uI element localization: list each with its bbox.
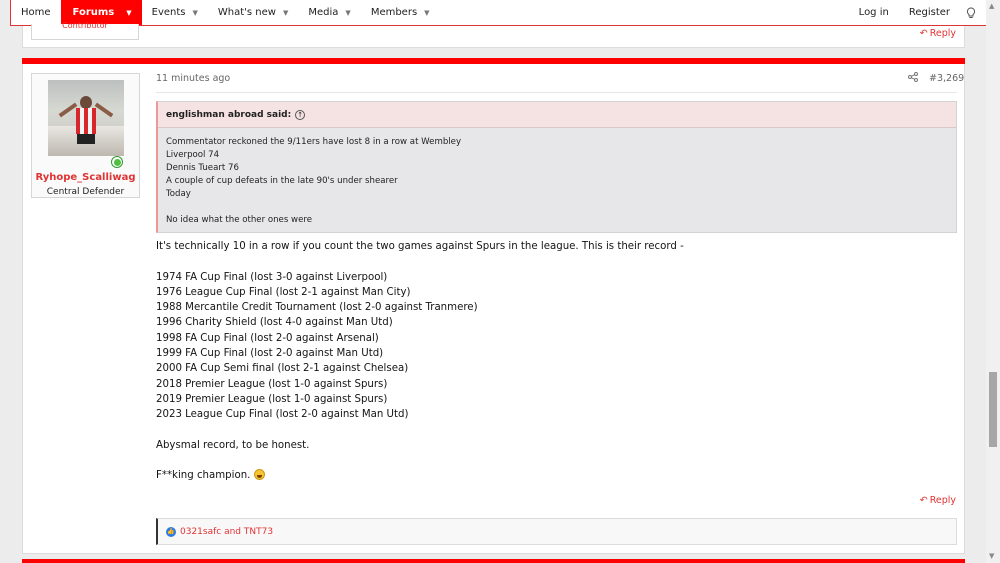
record-line: 1976 League Cup Final (lost 2-1 against … <box>156 286 411 298</box>
nav-events-label: Events <box>151 7 186 18</box>
avatar-arm-left <box>58 102 78 118</box>
nav-whats-new-label: What's new <box>217 7 276 18</box>
nav-whats-new[interactable]: What's new ▼ <box>208 0 298 25</box>
quote-line: No idea what the other ones were <box>166 215 312 225</box>
reaction-users[interactable]: 0321safc and TNT73 <box>180 527 273 537</box>
record-line: 2000 FA Cup Semi final (lost 2-1 against… <box>156 363 409 375</box>
message-intro: It's technically 10 in a row if you coun… <box>156 241 684 252</box>
nav-forums-label: Forums <box>72 7 115 18</box>
message-closing-line: F**king champion. <box>156 468 956 483</box>
avatar-shirt <box>76 108 96 134</box>
record-line: 1988 Mercantile Credit Tournament (lost … <box>156 302 478 314</box>
next-post-separator-bar <box>22 559 965 563</box>
register-link[interactable]: Register <box>899 0 960 25</box>
avatar-shorts <box>77 134 95 144</box>
previous-post-reply-button[interactable]: ↶ Reply <box>920 28 956 39</box>
previous-post: Contributor ↶ Reply <box>22 21 965 48</box>
message-closing: F**king champion. <box>156 470 251 482</box>
quote-line: Liverpool 74 <box>166 150 220 160</box>
record-line: 1996 Charity Shield (lost 4-0 against Ma… <box>156 317 393 329</box>
nav-members-label: Members <box>370 7 418 18</box>
previous-post-user-card: Contributor <box>31 21 139 40</box>
chevron-down-icon[interactable]: ▼ <box>126 9 131 17</box>
chevron-down-icon[interactable]: ▼ <box>424 9 429 17</box>
record-line: 2018 Premier League (lost 1-0 against Sp… <box>156 378 388 390</box>
chevron-down-icon[interactable]: ▼ <box>345 9 350 17</box>
username[interactable]: Ryhope_Scalliwag <box>32 172 139 183</box>
chevron-down-icon[interactable]: ▼ <box>193 9 198 17</box>
post-timestamp[interactable]: 11 minutes ago <box>156 73 230 84</box>
nav-media[interactable]: Media ▼ <box>298 0 360 25</box>
grin-emoji-icon <box>253 469 265 481</box>
quote-block: englishman abroad said: ↑ Commentator re… <box>156 101 957 233</box>
reactions-bar: 👍 0321safc and TNT73 <box>156 518 957 545</box>
register-label: Register <box>908 7 950 18</box>
scrollbar[interactable]: ▲ ▼ <box>986 0 1000 563</box>
quote-line: A couple of cup defeats in the late 90's… <box>166 176 398 186</box>
chevron-down-icon[interactable]: ▼ <box>283 9 288 17</box>
quote-author: englishman abroad said: <box>166 109 292 120</box>
post-header-divider <box>156 92 957 93</box>
nav-media-label: Media <box>308 7 339 18</box>
user-title: Central Defender <box>46 187 125 197</box>
message-verdict: Abysmal record, to be honest. <box>156 439 310 451</box>
user-card: Ryhope_Scalliwag Central Defender <box>31 73 140 198</box>
top-navigation: Home Forums ▼ Events ▼ What's new ▼ Media ▼ … <box>10 0 989 26</box>
avatar-arm-right <box>94 102 114 118</box>
online-status-icon <box>111 156 123 168</box>
post: Ryhope_Scalliwag Central Defender 11 min… <box>22 64 965 554</box>
quote-line: Today <box>166 189 191 199</box>
record-line: 1998 FA Cup Final (lost 2-0 against Arse… <box>156 332 379 344</box>
previous-post-user-title: Contributor <box>62 21 108 30</box>
arrow-up-icon[interactable]: ↑ <box>295 109 306 120</box>
reply-label: Reply <box>929 28 956 39</box>
scrollbar-thumb[interactable] <box>989 372 997 447</box>
lightbulb-icon[interactable] <box>960 0 988 25</box>
quote-line: Dennis Tueart 76 <box>166 163 239 173</box>
nav-events[interactable]: Events ▼ <box>142 0 208 25</box>
reply-icon: ↶ <box>919 28 928 39</box>
reply-label: Reply <box>929 495 956 506</box>
scroll-down-icon[interactable]: ▼ <box>989 552 994 560</box>
reply-button[interactable]: ↶ Reply <box>920 495 956 506</box>
post-message: It's technically 10 in a row if you coun… <box>156 239 956 484</box>
quote-line <box>166 201 948 214</box>
nav-members[interactable]: Members ▼ <box>361 0 440 25</box>
like-icon: 👍 <box>166 526 176 537</box>
quote-line: Commentator reckoned the 9/11ers have lo… <box>166 137 462 147</box>
share-icon[interactable] <box>908 72 918 85</box>
record-line: 2023 League Cup Final (lost 2-0 against … <box>156 409 409 421</box>
avatar[interactable] <box>48 80 124 156</box>
record-line: 1999 FA Cup Final (lost 2-0 against Man … <box>156 348 384 360</box>
login-link[interactable]: Log in <box>849 0 899 25</box>
nav-home-label: Home <box>21 7 51 18</box>
quote-header[interactable]: englishman abroad said: ↑ <box>158 102 956 128</box>
record-line: 1974 FA Cup Final (lost 3-0 against Live… <box>156 271 388 283</box>
scroll-up-icon[interactable]: ▲ <box>989 2 994 10</box>
post-number[interactable]: #3,269 <box>929 73 964 84</box>
quote-body: Commentator reckoned the 9/11ers have lo… <box>158 128 956 235</box>
record-line: 2019 Premier League (lost 1-0 against Sp… <box>156 393 388 405</box>
login-label: Log in <box>858 7 889 18</box>
reply-icon: ↶ <box>919 495 928 506</box>
